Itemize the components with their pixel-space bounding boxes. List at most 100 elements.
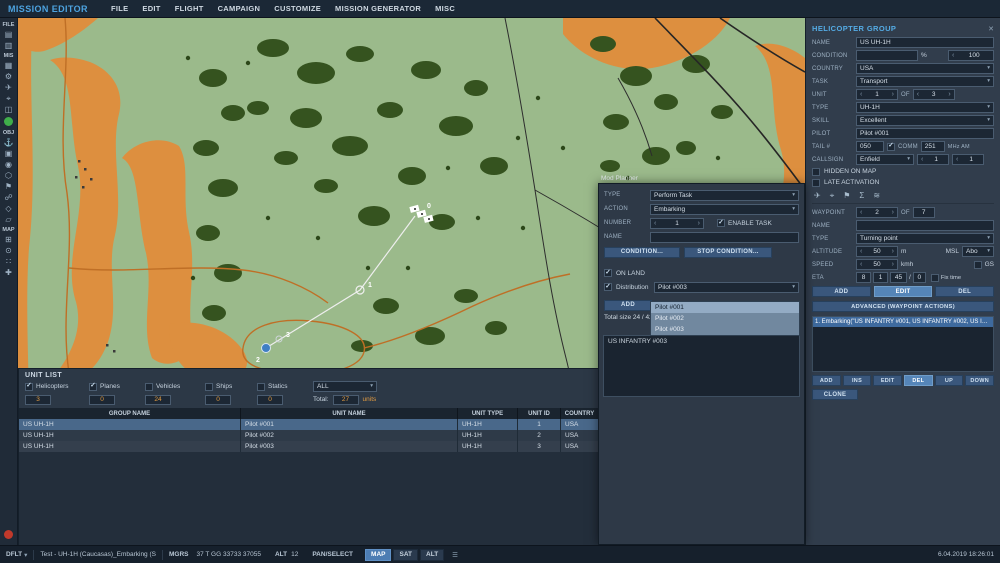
mouse-mode-label[interactable]: PAN/SELECT	[312, 551, 353, 558]
unit-table-row[interactable]: US UH-1H Pilot #002 UH-1H 2 USA	[19, 430, 599, 441]
distribution-dropdown[interactable]: Pilot #003▾	[654, 282, 799, 293]
vehicle-tool-icon[interactable]: ▣	[1, 148, 17, 159]
unit-table-row[interactable]: US UH-1H Pilot #001 UH-1H 1 USA	[19, 419, 599, 430]
route-mode-icon[interactable]: ✈	[814, 191, 821, 200]
aircraft-tool-icon[interactable]: ✈	[1, 82, 17, 93]
target-tool-icon[interactable]: ⌖	[1, 93, 17, 104]
menu-campaign[interactable]: CAMPAIGN	[211, 4, 268, 13]
action-add-button[interactable]: ADD	[812, 375, 841, 386]
waypoint-actions-list[interactable]: 1. Embarking("US INFANTRY #001, US INFAN…	[812, 316, 994, 372]
skill-dropdown[interactable]: Excellent▾	[856, 115, 994, 126]
group-name-input[interactable]: US UH-1H	[856, 37, 994, 48]
briefing-icon[interactable]: ◫	[1, 104, 17, 115]
filter-ships[interactable]: Ships	[205, 383, 257, 391]
waypoint-action-item[interactable]: 1. Embarking("US INFANTRY #001, US INFAN…	[813, 317, 993, 327]
menu-misc[interactable]: MISC	[428, 4, 462, 13]
menu-mission-generator[interactable]: MISSION GENERATOR	[328, 4, 428, 13]
unit-count-spinner[interactable]: ‹ 3 ›	[913, 89, 955, 100]
embark-group-item[interactable]: US INFANTRY #003	[604, 336, 799, 347]
waypoint-2-marker[interactable]	[262, 344, 271, 353]
map-layer-button[interactable]: MAP	[365, 549, 391, 561]
spinner-increment[interactable]: ›	[890, 260, 896, 269]
stop-condition-button[interactable]: STOP CONDITION...	[684, 247, 772, 258]
menu-icon[interactable]: ☰	[452, 551, 458, 559]
enable-task-checkbox[interactable]: ✓	[717, 219, 725, 227]
condition-button[interactable]: CONDITION...	[604, 247, 680, 258]
advanced-waypoint-actions-button[interactable]: ADVANCED (WAYPOINT ACTIONS)	[812, 301, 994, 312]
action-insert-button[interactable]: INS	[843, 375, 872, 386]
late-activation-checkbox[interactable]	[812, 179, 820, 187]
link-tool-icon[interactable]: ☍	[1, 192, 17, 203]
zone-tool-icon[interactable]: ⬡	[1, 170, 17, 181]
dropdown-option[interactable]: Pilot #003	[651, 324, 799, 335]
spinner-increment[interactable]: ›	[890, 247, 896, 256]
ships-checkbox[interactable]	[205, 383, 213, 391]
dropdown-option[interactable]: Pilot #001	[651, 302, 799, 313]
menu-file[interactable]: FILE	[104, 4, 135, 13]
condition-spinner[interactable]: ‹ 100	[948, 50, 994, 61]
target-mode-icon[interactable]: ⌖	[830, 191, 835, 201]
col-unit-type[interactable]: UNIT TYPE	[458, 408, 518, 419]
task-action-dropdown[interactable]: Embarking▾	[650, 204, 799, 215]
task-number-spinner[interactable]: ‹ 1 ›	[650, 218, 704, 229]
col-country[interactable]: COUNTRY	[561, 408, 599, 419]
hidden-on-map-checkbox[interactable]	[812, 168, 820, 176]
planes-checkbox[interactable]: ✓	[89, 383, 97, 391]
altitude-spinner[interactable]: ‹ 50 ›	[856, 246, 898, 257]
waypoint-name-input[interactable]	[856, 220, 994, 231]
altitude-ref-dropdown[interactable]: Abo▾	[962, 246, 994, 257]
embark-group-list[interactable]: US INFANTRY #003	[603, 335, 800, 397]
gs-checkbox[interactable]	[974, 261, 982, 269]
filter-helicopters[interactable]: ✓ Helicopters	[25, 383, 89, 391]
unit-index-spinner[interactable]: ‹ 1 ›	[856, 89, 898, 100]
comm-checkbox[interactable]: ✓	[887, 143, 895, 151]
helicopters-checkbox[interactable]: ✓	[25, 383, 33, 391]
profile-dropdown[interactable]: DFLT	[6, 551, 22, 558]
coalition-filter-dropdown[interactable]: ALL▾	[313, 381, 377, 392]
action-delete-button[interactable]: DEL	[904, 375, 933, 386]
add-distribution-button[interactable]: ADD	[604, 300, 652, 311]
action-down-button[interactable]: DOWN	[965, 375, 994, 386]
task-dropdown[interactable]: Transport▾	[856, 76, 994, 87]
spinner-increment[interactable]: ›	[890, 208, 896, 217]
labels-toggle-icon[interactable]: ∷	[1, 256, 17, 267]
static-object-icon[interactable]: ◉	[1, 159, 17, 170]
country-dropdown[interactable]: USA▾	[856, 63, 994, 74]
coalition-blue-toggle[interactable]	[4, 117, 13, 126]
close-icon[interactable]: ✕	[988, 25, 994, 33]
vehicles-checkbox[interactable]	[145, 383, 153, 391]
radio-mode-icon[interactable]: ≋	[873, 191, 880, 200]
waypoint-add-button[interactable]: ADD	[812, 286, 871, 297]
eta-seconds-input[interactable]: 45	[890, 272, 907, 283]
col-unit-name[interactable]: UNIT NAME	[241, 408, 458, 419]
layers-toggle-icon[interactable]: ⊙	[1, 245, 17, 256]
pilot-name-input[interactable]: Pilot #001	[856, 128, 994, 139]
alt-layer-button[interactable]: ALT	[420, 549, 444, 561]
spinner-increment[interactable]: ›	[946, 90, 952, 99]
waypoint-index-spinner[interactable]: ‹ 2 ›	[856, 207, 898, 218]
task-name-input[interactable]	[650, 232, 799, 243]
condition-input[interactable]	[856, 50, 918, 61]
statics-checkbox[interactable]	[257, 383, 265, 391]
triggers-mode-icon[interactable]: ⚑	[843, 191, 850, 200]
dropdown-option[interactable]: Pilot #002	[651, 313, 799, 324]
eta-day-input[interactable]: 0	[913, 272, 926, 283]
measure-tool-icon[interactable]: ✚	[1, 267, 17, 278]
sat-layer-button[interactable]: SAT	[393, 549, 418, 561]
tail-number-input[interactable]: 050	[856, 141, 884, 152]
menu-edit[interactable]: EDIT	[135, 4, 167, 13]
eta-minutes-input[interactable]: 1	[873, 272, 888, 283]
template-tool-icon[interactable]: ◇	[1, 203, 17, 214]
filter-vehicles[interactable]: Vehicles	[145, 383, 205, 391]
comm-frequency-input[interactable]: 251	[921, 141, 945, 152]
save-icon[interactable]: ▦	[1, 60, 17, 71]
fix-time-checkbox[interactable]	[931, 274, 939, 282]
coords-format-label[interactable]: MGRS	[169, 551, 189, 558]
flag-tool-icon[interactable]: ⚑	[1, 181, 17, 192]
clone-button[interactable]: CLONE	[812, 389, 858, 400]
menu-flight[interactable]: FLIGHT	[168, 4, 211, 13]
callsign-position-spinner[interactable]: ‹ 1	[952, 154, 984, 165]
filter-statics[interactable]: Statics	[257, 383, 313, 391]
ship-tool-icon[interactable]: ⚓	[1, 137, 17, 148]
coalition-red-toggle[interactable]	[4, 530, 13, 539]
